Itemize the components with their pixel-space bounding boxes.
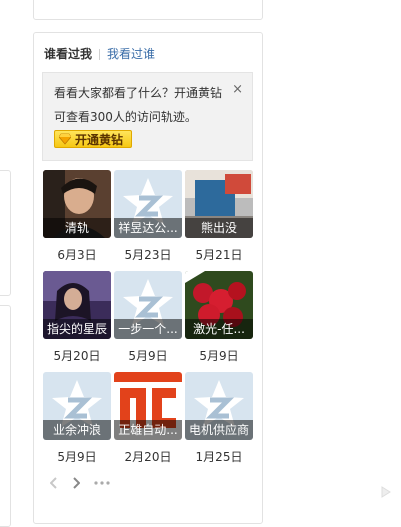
visitor-tile[interactable]: 激光-任...	[185, 271, 253, 339]
visitor-tile[interactable]: 祥昱达公...	[114, 170, 182, 238]
visitor-name: 一步一个...	[114, 319, 182, 339]
visitor-tabs: 谁看过我 我看过谁	[44, 46, 155, 62]
visitor-name: 熊出没	[185, 218, 253, 238]
open-yellow-diamond-button[interactable]: 开通黄钻	[54, 130, 132, 148]
chevron-right-icon[interactable]	[72, 477, 80, 489]
visitor-tile[interactable]: 清轨	[43, 170, 111, 238]
visit-date: 5月9日	[128, 349, 168, 363]
visitor-name: 业余冲浪	[43, 420, 111, 440]
visit-date: 1月25日	[195, 450, 243, 464]
visitor-pager	[50, 477, 110, 489]
more-dots-icon[interactable]	[94, 481, 110, 485]
visitor-name: 指尖的星辰	[43, 319, 111, 339]
chevron-left-icon[interactable]	[50, 477, 58, 489]
vip-upsell-notice: 看看大家都看了什么？开通黄钻 × 可查看300人的访问轨迹。 开通黄钻	[42, 72, 253, 161]
previous-module-card	[33, 0, 263, 20]
visitor-name: 正雄自动...	[114, 420, 182, 440]
visit-date: 5月9日	[199, 349, 239, 363]
visitor-name: 电机供应商	[185, 420, 253, 440]
yellow-diamond-icon	[59, 133, 71, 145]
visitor-name: 清轨	[43, 218, 111, 238]
tab-who-visited-me[interactable]: 谁看过我	[44, 46, 92, 62]
close-icon[interactable]: ×	[232, 82, 243, 97]
visitor-tile[interactable]: 业余冲浪	[43, 372, 111, 440]
visitor-tile[interactable]: 正雄自动...	[114, 372, 182, 440]
visit-date: 5月21日	[195, 248, 243, 262]
visitor-name: 祥昱达公...	[114, 218, 182, 238]
left-column-panel-lower	[0, 305, 11, 527]
visitor-tile[interactable]: 熊出没	[185, 170, 253, 238]
visitor-tile[interactable]: 一步一个...	[114, 271, 182, 339]
notice-text-line2: 可查看300人的访问轨迹。	[54, 110, 197, 124]
visitor-tile[interactable]: 指尖的星辰	[43, 271, 111, 339]
visit-date: 6月3日	[57, 248, 97, 262]
visitor-tile[interactable]: 电机供应商	[185, 372, 253, 440]
visit-date: 2月20日	[124, 450, 172, 464]
visitor-name: 激光-任...	[185, 319, 253, 339]
visitors-module: 谁看过我 我看过谁 看看大家都看了什么？开通黄钻 × 可查看300人的访问轨迹。…	[33, 32, 263, 524]
pointer-icon	[381, 486, 391, 498]
notice-text-line1: 看看大家都看了什么？开通黄钻	[54, 86, 223, 100]
tab-divider	[99, 48, 101, 60]
tab-who-i-visited[interactable]: 我看过谁	[107, 46, 155, 62]
vip-button-label: 开通黄钻	[75, 132, 124, 147]
visit-date: 5月23日	[124, 248, 172, 262]
left-column-panel	[0, 170, 11, 296]
visit-date: 5月9日	[57, 450, 97, 464]
visit-date: 5月20日	[53, 349, 101, 363]
